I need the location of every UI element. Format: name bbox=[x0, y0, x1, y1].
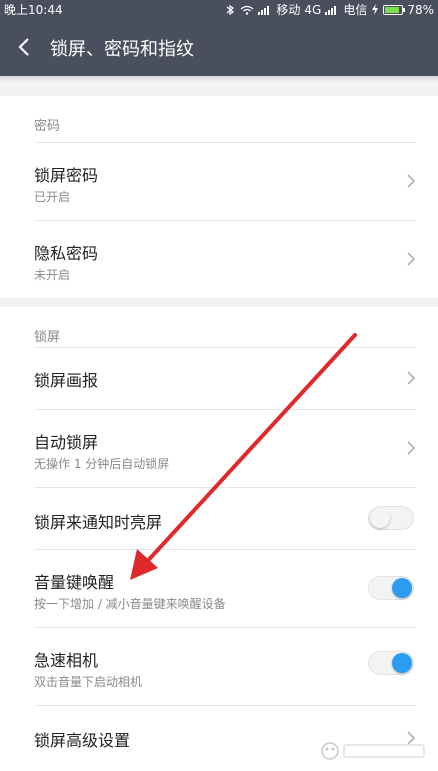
carrier-2-label: 电信 bbox=[343, 3, 368, 17]
item-title: 急速相机 bbox=[34, 651, 99, 670]
header-shadow bbox=[0, 76, 438, 82]
section-header-label: 密码 bbox=[34, 119, 61, 134]
volume-key-wake-toggle[interactable] bbox=[368, 576, 414, 600]
lock-screen-password-item[interactable]: 锁屏密码 已开启 bbox=[0, 142, 438, 220]
chevron-right-icon bbox=[407, 441, 416, 455]
password-section: 密码 锁屏密码 已开启 隐私密码 未开启 bbox=[0, 96, 438, 298]
item-title: 锁屏来通知时亮屏 bbox=[34, 513, 163, 532]
quick-camera-toggle[interactable] bbox=[368, 651, 414, 675]
status-bar: 晚上10:44 移动 4G 电信 78% bbox=[0, 0, 438, 18]
item-title: 锁屏高级设置 bbox=[34, 731, 131, 750]
section-header-password: 密码 bbox=[0, 96, 438, 142]
battery-percent: 78% bbox=[407, 2, 434, 17]
charging-icon bbox=[372, 4, 379, 15]
chevron-right-icon bbox=[407, 252, 416, 266]
item-title: 音量键唤醒 bbox=[34, 573, 115, 592]
item-title: 自动锁屏 bbox=[34, 433, 99, 452]
page-title: 锁屏、密码和指纹 bbox=[50, 39, 194, 60]
section-header-label: 锁屏 bbox=[34, 330, 61, 345]
section-header-lockscreen: 锁屏 bbox=[0, 307, 438, 347]
auto-lock-item[interactable]: 自动锁屏 无操作 1 分钟后自动锁屏 bbox=[0, 409, 438, 487]
item-description: 按一下增加 / 减小音量键来唤醒设备 bbox=[34, 597, 226, 611]
item-status: 未开启 bbox=[34, 268, 71, 282]
item-title: 锁屏画报 bbox=[34, 371, 99, 390]
wifi-icon bbox=[240, 5, 254, 15]
lockscreen-section: 锁屏 锁屏画报 自动锁屏 无操作 1 分钟后自动锁屏 锁屏来通知时亮屏 音量键唤… bbox=[0, 307, 438, 771]
item-title: 隐私密码 bbox=[34, 244, 99, 263]
bluetooth-icon bbox=[226, 4, 235, 15]
item-title: 锁屏密码 bbox=[34, 166, 99, 185]
notification-wake-item[interactable]: 锁屏来通知时亮屏 bbox=[0, 487, 438, 549]
status-indicators: 移动 4G 电信 78% bbox=[224, 1, 434, 18]
item-status: 已开启 bbox=[34, 190, 71, 204]
advanced-lockscreen-settings-item[interactable]: 锁屏高级设置 bbox=[0, 705, 438, 771]
status-time: 晚上10:44 bbox=[4, 3, 63, 17]
signal-strength-icon bbox=[258, 5, 272, 15]
privacy-password-item[interactable]: 隐私密码 未开启 bbox=[0, 220, 438, 298]
chevron-right-icon bbox=[407, 174, 416, 188]
chevron-right-icon bbox=[407, 371, 416, 385]
chevron-right-icon bbox=[407, 731, 416, 745]
back-arrow-icon[interactable] bbox=[16, 36, 34, 58]
item-description: 双击音量下启动相机 bbox=[34, 675, 143, 689]
app-header: 锁屏、密码和指纹 bbox=[0, 18, 438, 76]
volume-key-wake-item[interactable]: 音量键唤醒 按一下增加 / 减小音量键来唤醒设备 bbox=[0, 549, 438, 627]
carrier-1-label: 移动 bbox=[276, 3, 301, 17]
quick-camera-item[interactable]: 急速相机 双击音量下启动相机 bbox=[0, 627, 438, 705]
lockscreen-wallpaper-item[interactable]: 锁屏画报 bbox=[0, 347, 438, 409]
network-type-label: 4G bbox=[304, 2, 322, 17]
battery-icon bbox=[383, 4, 406, 15]
notification-wake-toggle[interactable] bbox=[368, 506, 414, 530]
signal-strength-icon bbox=[325, 5, 339, 15]
item-description: 无操作 1 分钟后自动锁屏 bbox=[34, 457, 170, 471]
